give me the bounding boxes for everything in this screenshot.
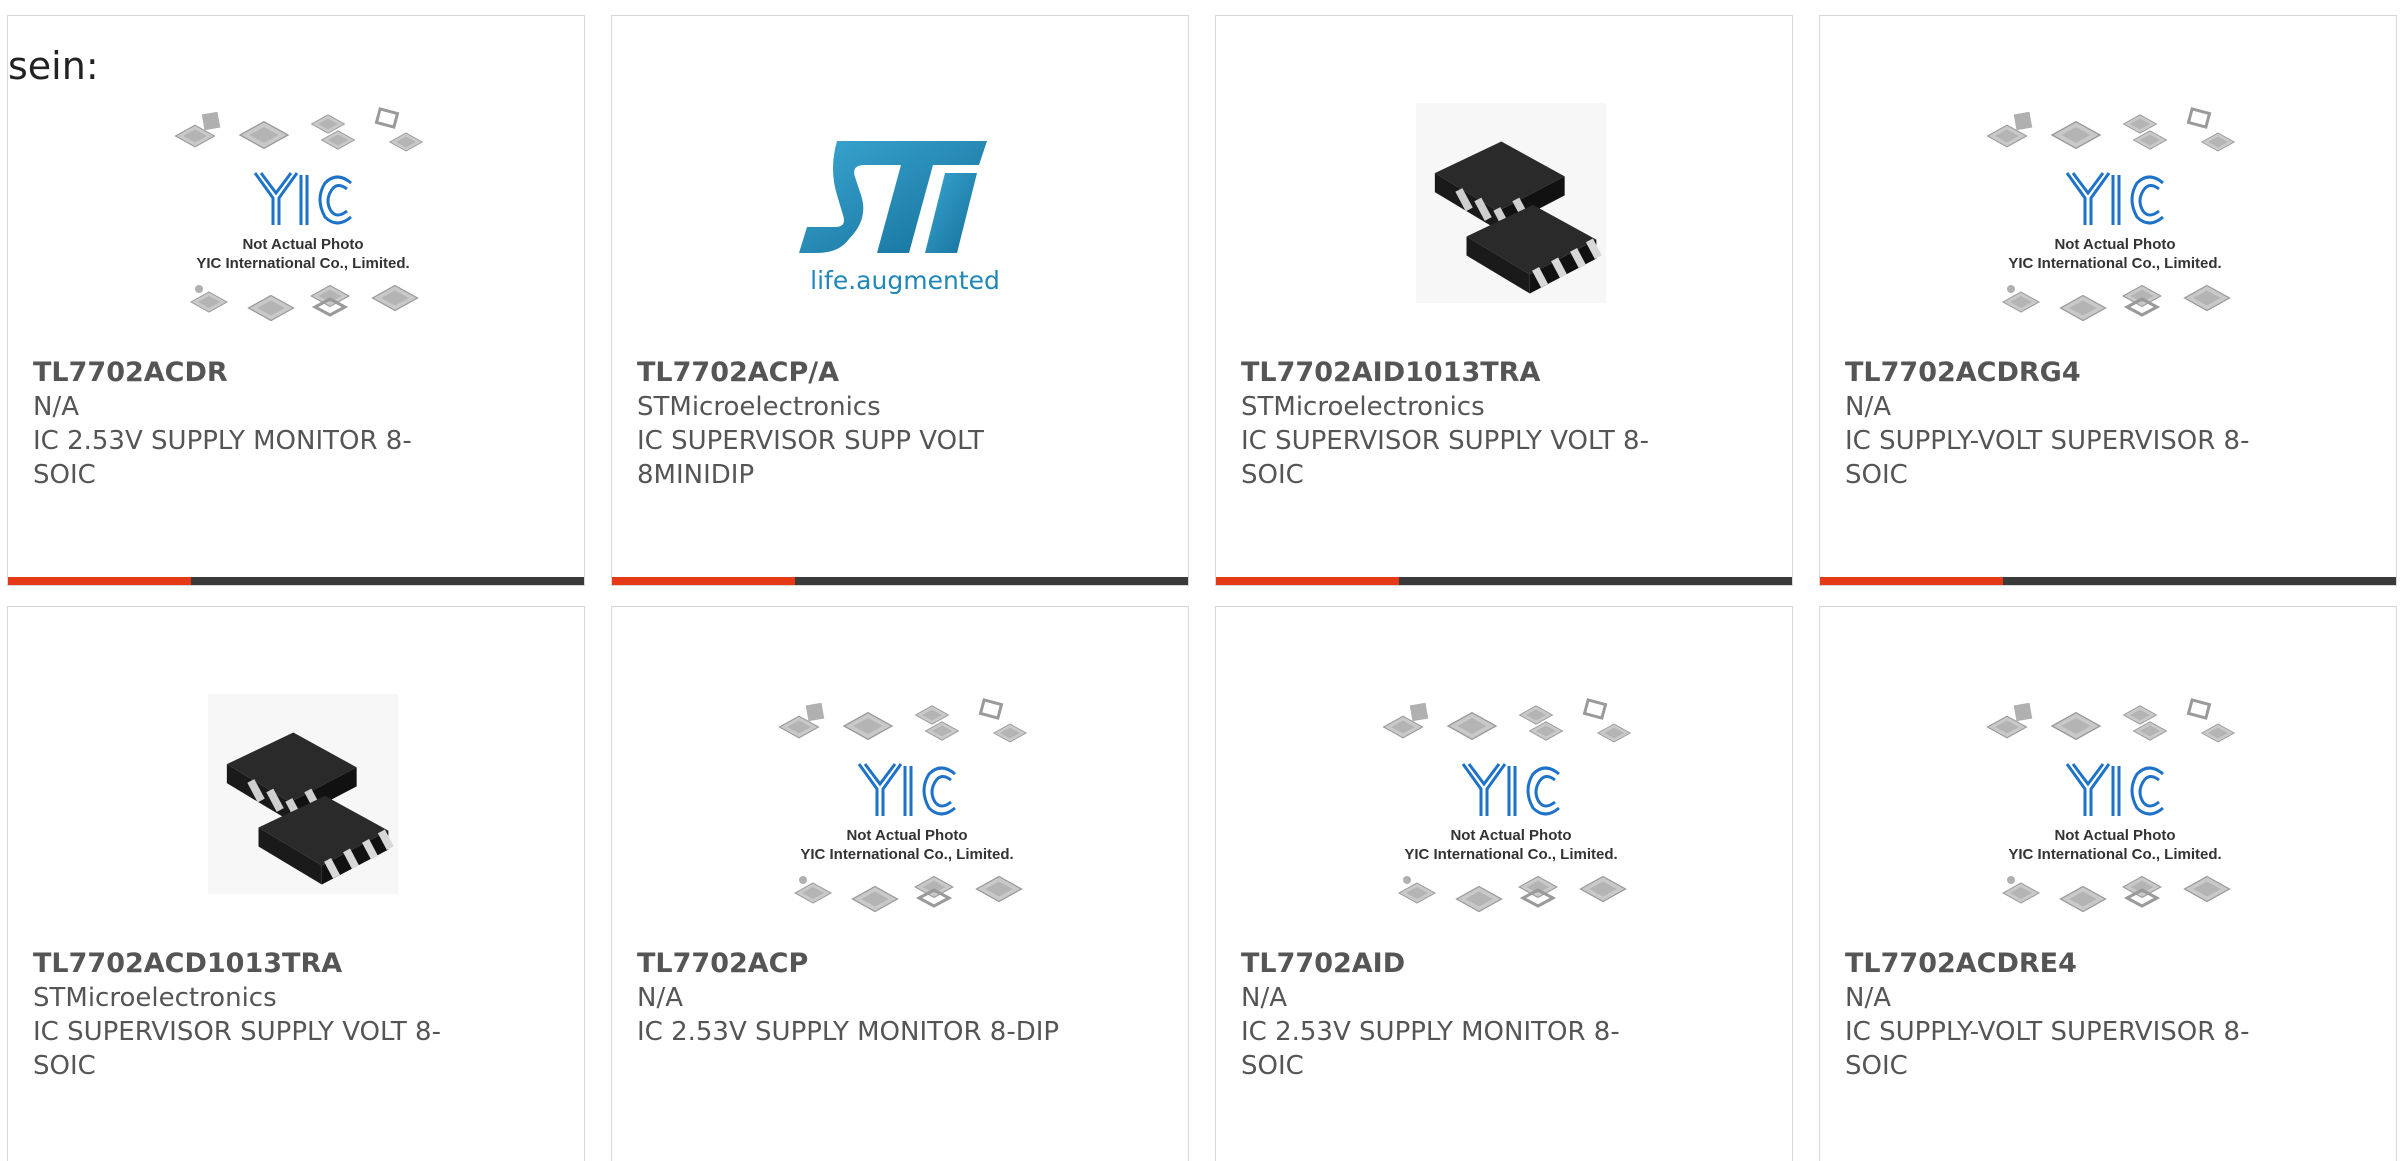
yic-logo-icon <box>253 172 352 225</box>
part-number-link[interactable]: TL7702AID <box>1241 947 1671 981</box>
yic-logo-icon <box>2065 763 2164 816</box>
product-card[interactable]: Not Actual Photo YIC International Co., … <box>1819 606 2397 1161</box>
product-image[interactable]: Not Actual Photo YIC International Co., … <box>173 103 433 333</box>
product-image[interactable]: Not Actual Photo YIC International Co., … <box>1985 694 2245 924</box>
product-card[interactable]: Not Actual Photo YIC International Co., … <box>1819 15 2397 586</box>
chip-cluster-bottom-icon <box>794 875 1023 913</box>
yic-placeholder-image: Not Actual Photo YIC International Co., … <box>1986 698 2235 913</box>
placeholder-line2: YIC International Co., Limited. <box>196 255 409 272</box>
product-info: TL7702AID N/A IC 2.53V SUPPLY MONITOR 8-… <box>1241 947 1671 1083</box>
chip-cluster-top-icon <box>1986 698 2235 743</box>
placeholder-line2: YIC International Co., Limited. <box>1404 846 1617 863</box>
placeholder-line2: YIC International Co., Limited. <box>800 846 1013 863</box>
product-info: TL7702ACDRG4 N/A IC SUPPLY-VOLT SUPERVIS… <box>1845 356 2275 492</box>
part-number-link[interactable]: TL7702ACD1013TRA <box>33 947 463 981</box>
soic-chip-photo <box>208 694 398 894</box>
product-info: TL7702ACP/A STMicroelectronics IC SUPERV… <box>637 356 1067 492</box>
placeholder-line1: Not Actual Photo <box>2054 236 2175 253</box>
manufacturer-label: N/A <box>637 983 683 1013</box>
description-text: IC SUPPLY-VOLT SUPERVISOR 8-SOIC <box>1845 426 2250 490</box>
product-info: TL7702ACP N/A IC 2.53V SUPPLY MONITOR 8-… <box>637 947 1067 1049</box>
placeholder-line1: Not Actual Photo <box>1450 827 1571 844</box>
chip-cluster-bottom-icon <box>1398 875 1627 913</box>
soic-chip-photo <box>1416 103 1606 303</box>
chip-cluster-top-icon <box>778 698 1027 743</box>
product-card[interactable]: Not Actual Photo YIC International Co., … <box>7 15 585 586</box>
yic-placeholder-image: Not Actual Photo YIC International Co., … <box>1986 107 2235 322</box>
card-accent-bar <box>1820 577 2003 585</box>
yic-logo-icon <box>857 763 956 816</box>
card-bottom-bar <box>1216 577 1792 585</box>
product-card[interactable]: TL7702ACD1013TRA STMicroelectronics IC S… <box>7 606 585 1161</box>
st-logo-icon <box>799 141 987 253</box>
part-number-link[interactable]: TL7702ACP/A <box>637 356 1067 390</box>
placeholder-line2: YIC International Co., Limited. <box>2008 255 2221 272</box>
product-card[interactable]: Not Actual Photo YIC International Co., … <box>1215 606 1793 1161</box>
card-accent-bar <box>1216 577 1399 585</box>
part-number-link[interactable]: TL7702ACDR <box>33 356 463 390</box>
description-text: IC SUPERVISOR SUPPLY VOLT 8-SOIC <box>33 1017 441 1081</box>
product-info: TL7702ACD1013TRA STMicroelectronics IC S… <box>33 947 463 1083</box>
product-image[interactable] <box>1381 103 1641 333</box>
chip-cluster-bottom-icon <box>190 284 419 322</box>
manufacturer-label: N/A <box>1241 983 1287 1013</box>
st-logo-tagline: life.augmented <box>810 266 1000 295</box>
st-logo-image: life.augmented <box>799 141 1000 295</box>
product-card[interactable]: Not Actual Photo YIC International Co., … <box>611 606 1189 1161</box>
heading-fragment: sein: <box>8 44 99 88</box>
card-bottom-bar <box>612 577 1188 585</box>
manufacturer-label: STMicroelectronics <box>637 392 881 422</box>
product-info: TL7702AID1013TRA STMicroelectronics IC S… <box>1241 356 1671 492</box>
product-image[interactable] <box>173 694 433 924</box>
part-number-link[interactable]: TL7702ACP <box>637 947 1067 981</box>
yic-logo-icon <box>1461 763 1560 816</box>
placeholder-line1: Not Actual Photo <box>242 236 363 253</box>
yic-placeholder-image: Not Actual Photo YIC International Co., … <box>174 107 423 322</box>
part-number-link[interactable]: TL7702ACDRG4 <box>1845 356 2275 390</box>
manufacturer-label: N/A <box>1845 392 1891 422</box>
yic-placeholder-image: Not Actual Photo YIC International Co., … <box>1382 698 1631 913</box>
product-info: TL7702ACDR N/A IC 2.53V SUPPLY MONITOR 8… <box>33 356 463 492</box>
yic-placeholder-image: Not Actual Photo YIC International Co., … <box>778 698 1027 913</box>
product-image[interactable]: life.augmented <box>777 103 1037 333</box>
description-text: IC SUPPLY-VOLT SUPERVISOR 8-SOIC <box>1845 1017 2250 1081</box>
description-text: IC 2.53V SUPPLY MONITOR 8-SOIC <box>1241 1017 1620 1081</box>
description-text: IC SUPERVISOR SUPPLY VOLT 8-SOIC <box>1241 426 1649 490</box>
manufacturer-label: STMicroelectronics <box>33 983 277 1013</box>
product-card[interactable]: life.augmented TL7702ACP/A STMicroelectr… <box>611 15 1189 586</box>
placeholder-line1: Not Actual Photo <box>846 827 967 844</box>
part-number-link[interactable]: TL7702AID1013TRA <box>1241 356 1671 390</box>
description-text: IC 2.53V SUPPLY MONITOR 8-DIP <box>637 1017 1060 1047</box>
placeholder-line2: YIC International Co., Limited. <box>2008 846 2221 863</box>
chip-cluster-top-icon <box>174 107 423 152</box>
chip-cluster-top-icon <box>1382 698 1631 743</box>
placeholder-line1: Not Actual Photo <box>2054 827 2175 844</box>
product-grid-page: sein: Not Actual Photo YIC International… <box>0 0 2400 1161</box>
chip-cluster-top-icon <box>1986 107 2235 152</box>
chip-cluster-bottom-icon <box>2002 875 2231 913</box>
card-accent-bar <box>8 577 191 585</box>
manufacturer-label: STMicroelectronics <box>1241 392 1485 422</box>
card-accent-bar <box>612 577 795 585</box>
description-text: IC SUPERVISOR SUPP VOLT 8MINIDIP <box>637 426 984 490</box>
product-image[interactable]: Not Actual Photo YIC International Co., … <box>1985 103 2245 333</box>
product-image[interactable]: Not Actual Photo YIC International Co., … <box>777 694 1037 924</box>
manufacturer-label: N/A <box>33 392 79 422</box>
product-info: TL7702ACDRE4 N/A IC SUPPLY-VOLT SUPERVIS… <box>1845 947 2275 1083</box>
product-image[interactable]: Not Actual Photo YIC International Co., … <box>1381 694 1641 924</box>
chip-cluster-bottom-icon <box>2002 284 2231 322</box>
description-text: IC 2.53V SUPPLY MONITOR 8-SOIC <box>33 426 412 490</box>
product-card[interactable]: TL7702AID1013TRA STMicroelectronics IC S… <box>1215 15 1793 586</box>
card-bottom-bar <box>8 577 584 585</box>
card-bottom-bar <box>1820 577 2396 585</box>
yic-logo-icon <box>2065 172 2164 225</box>
part-number-link[interactable]: TL7702ACDRE4 <box>1845 947 2275 981</box>
manufacturer-label: N/A <box>1845 983 1891 1013</box>
